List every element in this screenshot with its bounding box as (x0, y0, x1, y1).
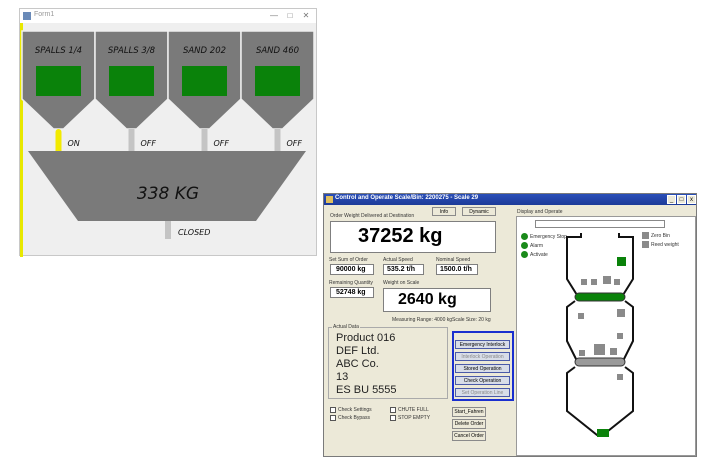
gate-state: ON (68, 139, 80, 148)
discharge-state: CLOSED (178, 228, 210, 237)
dynamic-button[interactable]: Dynamic (462, 207, 496, 216)
stored-operation-button[interactable]: Stored Operation (455, 364, 510, 373)
hopper-4: SAND 460 OFF (240, 30, 315, 151)
hopper-2: SPALLS 3/8 OFF (94, 30, 169, 151)
hopper-label: SAND 460 (256, 46, 299, 56)
maximize-button[interactable]: □ (677, 195, 686, 204)
discharge-gate[interactable] (165, 221, 171, 239)
check-bypass-label: Check Bypass (338, 415, 370, 421)
top-silo-status (617, 257, 626, 266)
scale-size: Scale Size: 20 kg (452, 317, 491, 323)
order-carrier: ABC Co. (336, 358, 379, 370)
weight-on-scale-display: 2640 kg (383, 288, 491, 312)
measuring-range: Measuring Range: 4000 kg (392, 317, 453, 323)
hopper-level (255, 66, 300, 96)
display-panel: Emergency Stop Alarm Activate Zero Bin R… (516, 216, 696, 456)
window1-title: Form1 (34, 11, 55, 18)
set-sum-label: Set Sum of Order (329, 257, 368, 263)
app-icon (23, 12, 31, 20)
check-operation-button[interactable]: Check Operation (455, 376, 510, 385)
hopper-level (109, 66, 154, 96)
weight-on-scale-label: Weight on Scale (383, 280, 420, 286)
hopper-gate[interactable] (274, 129, 281, 151)
status-square (579, 350, 585, 356)
top-silo-level (574, 292, 626, 302)
hopper-1: SPALLS 1/4 ON (21, 30, 96, 157)
check-bypass-checkbox[interactable] (330, 415, 336, 421)
start-button[interactable]: Start_Fahren (452, 407, 486, 417)
hopper-level (182, 66, 227, 96)
minimize-button[interactable]: _ (667, 195, 676, 204)
check-settings-label: Check Settings (338, 407, 372, 413)
order-number: 13 (336, 371, 349, 383)
gate-state: OFF (214, 139, 230, 148)
status-square (617, 374, 623, 380)
nominal-speed-value: 1500.0 t/h (440, 266, 472, 273)
nominal-speed-label: Nominal Speed (436, 257, 471, 263)
hopper-level (36, 66, 81, 96)
hopper-gate[interactable] (128, 129, 135, 151)
hopper-label: SAND 202 (183, 46, 226, 56)
set-sum-value: 90000 kg (336, 266, 366, 273)
delete-order-button[interactable]: Delete Order (452, 419, 486, 429)
app-icon (326, 196, 333, 203)
hopper-gate[interactable] (201, 129, 208, 151)
status-square (614, 279, 620, 285)
window2-titlebar: Control and Operate Scale/Bin: 2200275 -… (324, 194, 696, 205)
hopper-mimic: SPALLS 1/4ONSPALLS 3/8OFFSAND 202OFFSAND… (21, 30, 315, 239)
actual-speed-label: Actual Speed (383, 257, 413, 263)
remaining-value: 52748 kg (336, 289, 366, 296)
chute-full-checkbox[interactable] (390, 407, 396, 413)
actual-speed-value: 535.2 t/h (387, 266, 416, 273)
order-weight-display: 37252 kg (330, 221, 496, 253)
info-button[interactable]: Info (432, 207, 456, 216)
status-square (578, 313, 584, 319)
order-product: Product 016 (336, 332, 396, 344)
cancel-order-button[interactable]: Cancel Order (452, 431, 486, 441)
remaining-label: Remaining Quantity (329, 280, 373, 286)
nominal-speed-field: 1500.0 t/h (436, 264, 478, 275)
order-customer: DEF Ltd. (336, 345, 380, 357)
window2-title: Control and Operate Scale/Bin: 2200275 -… (335, 195, 479, 201)
actual-data-label: Actual Data (332, 324, 360, 330)
gate-state: OFF (287, 139, 303, 148)
emergency-interlock-button[interactable]: Emergency Interlock (455, 340, 510, 349)
close-button[interactable]: x (687, 195, 696, 204)
display-label: Display and Operate (517, 209, 563, 215)
chute-full-label: CHUTE FULL (398, 407, 429, 413)
minimize-button[interactable]: — (268, 10, 280, 21)
set-operation-line-button[interactable]: Set Operation Line (455, 388, 510, 397)
discharge-indicator (597, 429, 609, 437)
window1-titlebar: Form1 — □ ✕ (20, 9, 316, 23)
remaining-field: 52748 kg (330, 287, 374, 298)
stop-empty-checkbox[interactable] (390, 415, 396, 421)
hopper-3: SAND 202 OFF (167, 30, 242, 151)
order-weight-label: Order Weight Delivered at Destination (330, 213, 415, 219)
silo-diagram (566, 233, 634, 437)
status-square (581, 279, 587, 285)
gate-state: OFF (141, 139, 157, 148)
scale-weight: 338 KG (137, 184, 199, 204)
status-square (603, 276, 611, 284)
stop-empty-label: STOP EMPTY (398, 415, 431, 421)
check-settings-checkbox[interactable] (330, 407, 336, 413)
close-button[interactable]: ✕ (300, 10, 312, 21)
control-window: Control and Operate Scale/Bin: 2200275 -… (323, 193, 697, 457)
actual-speed-field: 535.2 t/h (383, 264, 424, 275)
status-square (610, 348, 617, 355)
order-weight-value: 37252 kg (358, 225, 443, 247)
status-square (617, 333, 623, 339)
status-square (617, 309, 625, 317)
maximize-button[interactable]: □ (284, 10, 296, 21)
weight-on-scale-value: 2640 kg (398, 291, 457, 308)
order-vehicle: ES BU 5555 (336, 384, 397, 396)
status-square (594, 344, 605, 355)
status-square (591, 279, 597, 285)
hopper-label: SPALLS 3/8 (108, 46, 156, 56)
set-sum-field: 90000 kg (330, 264, 374, 275)
hopper-label: SPALLS 1/4 (35, 46, 82, 56)
interlock-operation-button[interactable]: Interlock Operation (455, 352, 510, 361)
middle-silo-level (574, 357, 626, 367)
hopper-window: Form1 — □ ✕ SPALLS 1/4 ON SPALLS 3/8 OFF SAN… (19, 8, 317, 257)
